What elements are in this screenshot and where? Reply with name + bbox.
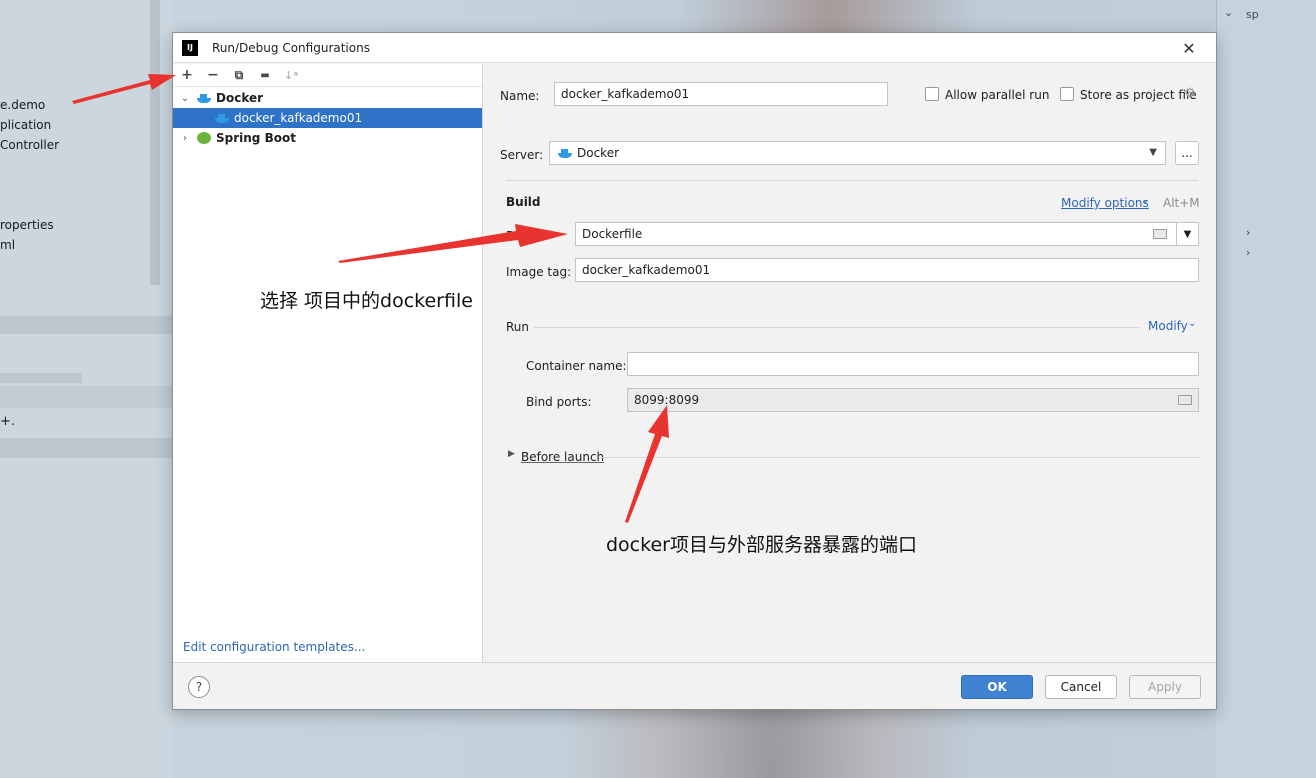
ports-annotation: docker项目与外部服务器暴露的端口 [606, 534, 917, 556]
arrow-to-add-button [72, 74, 176, 104]
annotation-arrows [72, 74, 669, 523]
dockerfile-annotation: 选择 项目中的dockerfile [260, 290, 473, 312]
arrow-to-bind-ports [625, 405, 669, 523]
arrow-to-dockerfile [338, 224, 568, 263]
